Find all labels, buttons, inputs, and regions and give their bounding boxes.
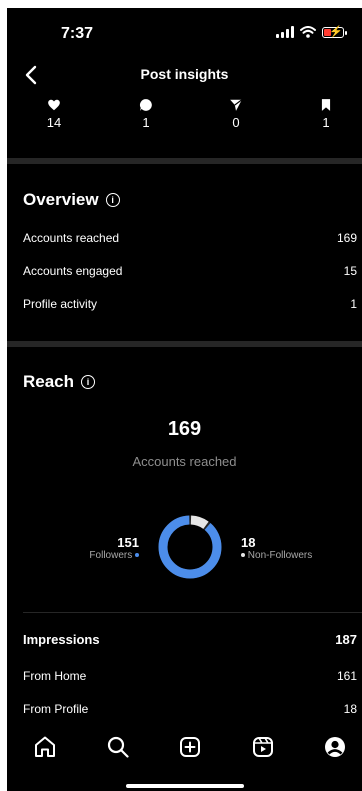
followers-dot xyxy=(135,553,139,558)
followers-legend: 151 Followers xyxy=(89,535,139,561)
reach-total-label: Accounts reached xyxy=(132,454,237,469)
tab-bar xyxy=(7,730,362,770)
overview-heading: Overview i xyxy=(23,190,120,210)
shares-count: 0 xyxy=(232,115,240,130)
battery-icon: ⚡ xyxy=(322,26,347,38)
impressions-row-profile[interactable]: From Profile 18 xyxy=(23,702,357,716)
section-divider xyxy=(7,341,362,347)
row-value: 18 xyxy=(343,702,357,716)
likes-stat[interactable]: 14 xyxy=(34,98,74,130)
section-divider xyxy=(7,158,362,164)
search-icon[interactable] xyxy=(105,734,131,760)
non-followers-label: Non-Followers xyxy=(247,550,313,561)
reels-icon[interactable] xyxy=(250,734,276,760)
impressions-header[interactable]: Impressions 187 xyxy=(23,632,357,647)
reach-donut-chart xyxy=(158,515,222,579)
overview-row-profile-activity[interactable]: Profile activity 1 xyxy=(23,297,357,311)
overview-row-reached[interactable]: Accounts reached 169 xyxy=(23,231,357,245)
signal-icon xyxy=(276,26,294,38)
status-time: 7:37 xyxy=(61,25,94,42)
comment-icon xyxy=(139,99,152,111)
overview-row-engaged[interactable]: Accounts engaged 15 xyxy=(23,264,357,278)
row-value: 161 xyxy=(336,669,357,683)
bookmark-icon xyxy=(321,99,331,111)
reach-title: Reach xyxy=(23,372,75,391)
comments-stat[interactable]: 1 xyxy=(126,98,166,130)
heart-icon xyxy=(48,99,60,111)
share-icon xyxy=(230,99,243,111)
info-icon[interactable]: i xyxy=(105,193,120,207)
saves-count: 1 xyxy=(322,115,330,130)
non-followers-dot xyxy=(241,553,245,558)
row-label: Accounts engaged xyxy=(23,264,123,278)
row-label: Accounts reached xyxy=(23,231,120,245)
non-followers-value: 18 xyxy=(241,535,256,550)
impressions-title: Impressions xyxy=(23,632,100,647)
donut-segment-followers xyxy=(158,515,222,579)
saves-stat[interactable]: 1 xyxy=(306,98,346,130)
reach-heading: Reach i xyxy=(23,372,96,392)
home-icon[interactable] xyxy=(32,734,58,760)
nav-bar: Post insights xyxy=(7,60,362,90)
shares-stat[interactable]: 0 xyxy=(216,98,256,130)
likes-count: 14 xyxy=(46,115,62,130)
followers-value: 151 xyxy=(117,535,139,550)
overview-title: Overview xyxy=(23,190,99,209)
home-indicator[interactable] xyxy=(126,784,244,788)
page-title: Post insights xyxy=(140,66,229,82)
row-value: 1 xyxy=(350,297,357,311)
profile-icon[interactable] xyxy=(322,734,348,760)
impressions-total: 187 xyxy=(335,632,357,647)
status-bar: 7:37 ⚡ xyxy=(7,8,362,58)
info-icon[interactable]: i xyxy=(81,375,96,389)
row-value: 15 xyxy=(343,264,357,278)
separator xyxy=(23,612,362,613)
wifi-icon xyxy=(300,26,316,38)
post-stats: 14 1 0 1 xyxy=(7,98,362,138)
create-icon[interactable] xyxy=(177,734,203,760)
row-label: Profile activity xyxy=(23,297,98,311)
row-value: 169 xyxy=(336,231,357,245)
row-label: From Home xyxy=(23,669,87,683)
row-label: From Profile xyxy=(23,702,89,716)
followers-label: Followers xyxy=(89,550,133,561)
reach-total: 169 xyxy=(167,418,202,440)
status-icons: ⚡ xyxy=(276,26,347,38)
phone-screen: 7:37 ⚡ Post insights 14 1 0 1 Overview i… xyxy=(7,8,362,791)
non-followers-legend: 18 Non-Followers xyxy=(241,535,312,561)
comments-count: 1 xyxy=(142,115,150,130)
impressions-row-home[interactable]: From Home 161 xyxy=(23,669,357,683)
